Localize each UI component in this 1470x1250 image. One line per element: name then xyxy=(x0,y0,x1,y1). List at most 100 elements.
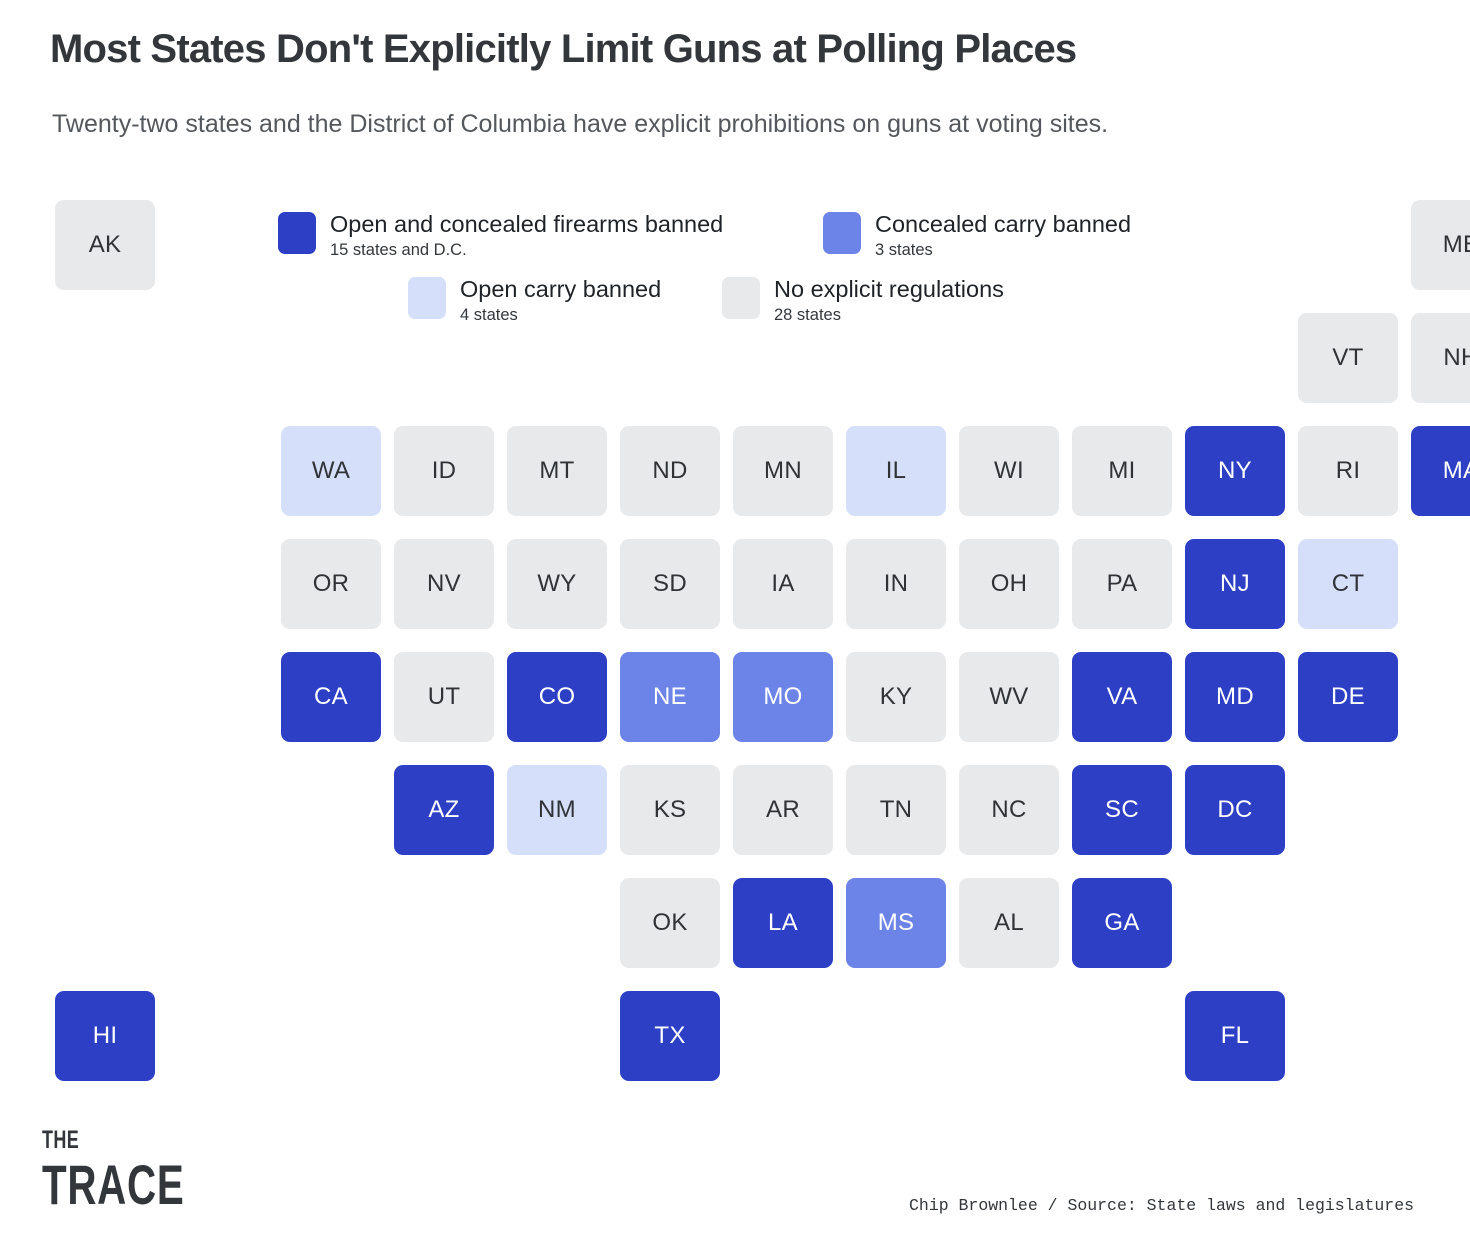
state-tile-label: MN xyxy=(764,457,802,484)
state-tile-label: AK xyxy=(88,231,122,258)
state-tile-label: MS xyxy=(877,909,915,936)
state-tile-nh[interactable]: NH xyxy=(1411,313,1470,403)
state-tile-ok[interactable]: OK xyxy=(620,878,720,968)
state-tile-hi[interactable]: HI xyxy=(55,991,155,1081)
state-tile-nj[interactable]: NJ xyxy=(1185,539,1285,629)
state-tile-label: NM xyxy=(538,796,576,823)
state-tile-az[interactable]: AZ xyxy=(394,765,494,855)
state-tile-ga[interactable]: GA xyxy=(1072,878,1172,968)
state-tile-label: IA xyxy=(771,570,795,597)
state-tile-in[interactable]: IN xyxy=(846,539,946,629)
state-tile-ak[interactable]: AK xyxy=(55,200,155,290)
state-tile-label: MO xyxy=(763,683,803,710)
state-tile-mt[interactable]: MT xyxy=(507,426,607,516)
state-tile-ky[interactable]: KY xyxy=(846,652,946,742)
state-tile-label: UT xyxy=(427,683,461,710)
state-tile-label: SD xyxy=(653,570,687,597)
state-tile-mo[interactable]: MO xyxy=(733,652,833,742)
state-tile-label: ND xyxy=(652,457,688,484)
state-tile-label: MT xyxy=(539,457,575,484)
state-tile-ct[interactable]: CT xyxy=(1298,539,1398,629)
state-tile-md[interactable]: MD xyxy=(1185,652,1285,742)
state-tile-label: MA xyxy=(1442,457,1470,484)
state-tile-label: AZ xyxy=(428,796,460,823)
state-tile-ny[interactable]: NY xyxy=(1185,426,1285,516)
state-tile-il[interactable]: IL xyxy=(846,426,946,516)
state-tile-label: ID xyxy=(431,457,457,484)
state-tile-label: CA xyxy=(314,683,348,710)
state-tile-label: WI xyxy=(994,457,1024,484)
state-tile-label: WV xyxy=(989,683,1029,710)
state-tile-label: NV xyxy=(427,570,461,597)
state-tile-label: OK xyxy=(652,909,688,936)
state-tile-wy[interactable]: WY xyxy=(507,539,607,629)
state-tile-label: AL xyxy=(994,909,1024,936)
logo-line-trace: TRACE xyxy=(42,1153,185,1216)
state-tile-label: NC xyxy=(991,796,1027,823)
state-tile-sc[interactable]: SC xyxy=(1072,765,1172,855)
state-tile-nc[interactable]: NC xyxy=(959,765,1059,855)
state-tile-label: CO xyxy=(538,683,576,710)
state-tile-label: DC xyxy=(1217,796,1253,823)
state-tile-label: TX xyxy=(654,1022,686,1049)
credit-line: Chip Brownlee / Source: State laws and l… xyxy=(909,1196,1414,1215)
state-tile-ca[interactable]: CA xyxy=(281,652,381,742)
state-tile-co[interactable]: CO xyxy=(507,652,607,742)
state-tile-ks[interactable]: KS xyxy=(620,765,720,855)
state-tile-label: NJ xyxy=(1220,570,1250,597)
state-tile-or[interactable]: OR xyxy=(281,539,381,629)
state-tile-mn[interactable]: MN xyxy=(733,426,833,516)
state-tile-tx[interactable]: TX xyxy=(620,991,720,1081)
state-tile-label: TN xyxy=(879,796,913,823)
state-tile-label: ME xyxy=(1442,231,1470,258)
state-tile-vt[interactable]: VT xyxy=(1298,313,1398,403)
state-tile-label: MI xyxy=(1108,457,1136,484)
state-tile-label: OH xyxy=(990,570,1028,597)
state-tile-dc[interactable]: DC xyxy=(1185,765,1285,855)
state-tile-label: NH xyxy=(1443,344,1470,371)
state-tile-label: WA xyxy=(311,457,351,484)
state-tile-label: CT xyxy=(1331,570,1365,597)
state-tile-wi[interactable]: WI xyxy=(959,426,1059,516)
state-tile-label: WY xyxy=(537,570,577,597)
state-tile-nd[interactable]: ND xyxy=(620,426,720,516)
state-tile-oh[interactable]: OH xyxy=(959,539,1059,629)
state-tile-ma[interactable]: MA xyxy=(1411,426,1470,516)
state-tile-al[interactable]: AL xyxy=(959,878,1059,968)
state-tile-va[interactable]: VA xyxy=(1072,652,1172,742)
state-tile-label: KS xyxy=(653,796,687,823)
state-tile-la[interactable]: LA xyxy=(733,878,833,968)
state-tile-me[interactable]: ME xyxy=(1411,200,1470,290)
state-tile-label: HI xyxy=(92,1022,118,1049)
logo-line-the: THE xyxy=(42,1126,80,1154)
state-tile-ne[interactable]: NE xyxy=(620,652,720,742)
state-tile-label: FL xyxy=(1220,1022,1250,1049)
state-tile-ms[interactable]: MS xyxy=(846,878,946,968)
state-tile-sd[interactable]: SD xyxy=(620,539,720,629)
state-tile-id[interactable]: ID xyxy=(394,426,494,516)
state-tile-label: MD xyxy=(1216,683,1254,710)
state-tile-label: LA xyxy=(768,909,798,936)
state-tile-ri[interactable]: RI xyxy=(1298,426,1398,516)
state-tile-label: AR xyxy=(766,796,800,823)
state-tile-wa[interactable]: WA xyxy=(281,426,381,516)
state-tile-fl[interactable]: FL xyxy=(1185,991,1285,1081)
state-tile-mi[interactable]: MI xyxy=(1072,426,1172,516)
state-tile-ut[interactable]: UT xyxy=(394,652,494,742)
state-tile-ia[interactable]: IA xyxy=(733,539,833,629)
state-tile-label: PA xyxy=(1106,570,1138,597)
state-tile-label: OR xyxy=(312,570,350,597)
the-trace-logo: THE TRACE xyxy=(42,1128,242,1213)
state-tile-label: VT xyxy=(1332,344,1364,371)
state-tile-nv[interactable]: NV xyxy=(394,539,494,629)
state-tile-tn[interactable]: TN xyxy=(846,765,946,855)
infographic-page: Most States Don't Explicitly Limit Guns … xyxy=(0,0,1470,1250)
state-tile-ar[interactable]: AR xyxy=(733,765,833,855)
state-tile-label: NY xyxy=(1218,457,1252,484)
state-tile-wv[interactable]: WV xyxy=(959,652,1059,742)
state-tile-label: VA xyxy=(1106,683,1138,710)
state-tile-nm[interactable]: NM xyxy=(507,765,607,855)
state-tile-de[interactable]: DE xyxy=(1298,652,1398,742)
state-tile-label: DE xyxy=(1331,683,1365,710)
state-tile-pa[interactable]: PA xyxy=(1072,539,1172,629)
